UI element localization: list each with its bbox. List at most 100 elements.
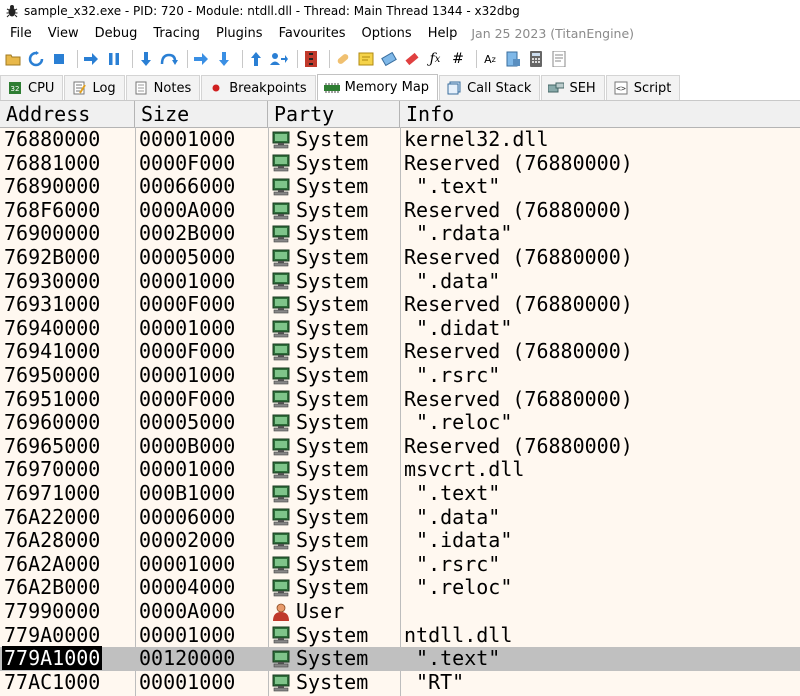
table-row[interactable]: 77AC1000 00001000 System "RT" [0, 669, 800, 695]
tab-memory-map[interactable]: Memory Map [316, 74, 439, 100]
step-into-icon[interactable] [137, 50, 155, 68]
table-row[interactable]: 76960000 00005000 System ".reloc" [0, 410, 800, 435]
column-header-size[interactable]: Size [135, 101, 268, 127]
table-row[interactable]: 76941000 0000F000 System Reserved (76880000… [0, 340, 800, 364]
function-icon[interactable]: ƒx [426, 50, 444, 68]
address-text: 76930000 [4, 268, 101, 293]
table-row[interactable]: 7692B000 00005000 System Reserved (76880000… [0, 245, 800, 270]
cell-address: 779A1000 [2, 646, 132, 671]
tab-label: Call Stack [467, 80, 532, 96]
system-party-icon [272, 485, 296, 503]
menu-file[interactable]: File [0, 26, 40, 41]
tab-breakpoints[interactable]: Breakpoints [201, 75, 316, 100]
table-row[interactable]: 76A22000 00006000 System ".data" [0, 504, 800, 530]
table-row[interactable]: 77990000 0000A000 User [0, 599, 800, 624]
window-title: sample_x32.exe - PID: 720 - Module: ntdl… [24, 4, 520, 18]
run-to-user-code-icon[interactable] [270, 50, 288, 68]
menu-plugins[interactable]: Plugins [208, 26, 271, 41]
table-row[interactable]: 779A1000 00120000 System ".text" [0, 646, 800, 671]
menu-options[interactable]: Options [354, 26, 420, 41]
trace-into-icon[interactable] [192, 50, 210, 68]
comment-icon[interactable] [357, 50, 375, 68]
patch-icon[interactable] [334, 50, 352, 68]
tab-cpu[interactable]: 32 CPU [0, 75, 64, 100]
cell-info: ".rdata" [404, 221, 513, 246]
strings-icon[interactable]: Az [481, 50, 499, 68]
cell-info: ".rsrc" [404, 551, 501, 576]
bookmark-icon[interactable] [403, 50, 421, 68]
table-row[interactable]: 76A2B000 00004000 System ".reloc" [0, 576, 800, 600]
label-icon[interactable] [380, 50, 398, 68]
run-icon[interactable] [82, 50, 100, 68]
table-row[interactable]: 76930000 00001000 System ".data" [0, 268, 800, 294]
tab-script[interactable]: <> Script [605, 75, 681, 100]
tab-call-stack[interactable]: Call Stack [439, 75, 541, 100]
menu-bar: File View Debug Tracing Plugins Favourit… [0, 22, 800, 44]
cell-size: 00006000 [139, 504, 236, 529]
restart-icon[interactable] [27, 50, 45, 68]
menu-tracing[interactable]: Tracing [145, 26, 208, 41]
menu-help[interactable]: Help [420, 26, 466, 41]
cell-info: ".rsrc" [404, 363, 501, 387]
log-file-icon[interactable] [550, 50, 568, 68]
table-row[interactable]: 779A0000 00001000 System ntdll.dll [0, 623, 800, 648]
tab-seh[interactable]: SEH [541, 75, 605, 100]
cell-party: System [272, 316, 400, 341]
address-text: 76960000 [4, 410, 101, 435]
hash-icon[interactable]: # [449, 50, 467, 68]
calculator-icon[interactable] [527, 50, 545, 68]
table-row[interactable]: 76900000 0002B000 System ".rdata" [0, 222, 800, 246]
column-header-address[interactable]: Address [0, 101, 135, 127]
stop-icon[interactable] [50, 50, 68, 68]
cell-size: 00001000 [139, 315, 236, 340]
table-row[interactable]: 76881000 0000F000 System Reserved (76880000… [0, 151, 800, 176]
execute-till-return-icon[interactable] [247, 50, 265, 68]
trace-over-icon[interactable] [215, 50, 233, 68]
address-text: 76970000 [4, 457, 101, 482]
cell-info: "RT" [404, 669, 465, 694]
step-over-icon[interactable] [160, 50, 178, 68]
system-party-icon [272, 296, 296, 314]
column-header-party[interactable]: Party [268, 101, 400, 127]
column-header-info[interactable]: Info [400, 101, 800, 127]
table-row[interactable]: 76880000 00001000 System kernel32.dll [0, 127, 800, 152]
party-text: System [296, 363, 369, 387]
tab-label: Script [633, 80, 672, 96]
cell-address: 7692B000 [4, 245, 132, 270]
table-row[interactable]: 76970000 00001000 System msvcrt.dll [0, 458, 800, 482]
tab-notes[interactable]: Notes [125, 75, 201, 100]
address-text: 768F6000 [4, 197, 101, 222]
cheatsheet-icon[interactable] [504, 50, 522, 68]
table-row[interactable]: 76965000 0000B000 System Reserved (76880000… [0, 434, 800, 459]
table-row[interactable]: 76940000 00001000 System ".didat" [0, 315, 800, 341]
table-row[interactable]: 76A2A000 00001000 System ".rsrc" [0, 551, 800, 577]
table-row[interactable]: 76A28000 00002000 System ".idata" [0, 528, 800, 553]
cell-party: System [272, 458, 400, 482]
menu-view[interactable]: View [40, 26, 87, 41]
address-text: 76940000 [4, 315, 101, 340]
party-text: System [296, 268, 369, 293]
pause-icon[interactable] [105, 50, 123, 68]
system-party-icon [272, 390, 296, 408]
menu-debug[interactable]: Debug [87, 26, 146, 41]
party-text: System [296, 127, 369, 151]
scylla-icon[interactable] [302, 50, 320, 68]
open-icon[interactable] [4, 50, 22, 68]
cell-party: System [272, 293, 400, 317]
party-text: System [296, 457, 369, 482]
table-row[interactable]: 76890000 00066000 System ".text" [0, 174, 800, 199]
table-row[interactable]: 76931000 0000F000 System Reserved (76880000… [0, 292, 800, 317]
cell-info: ".reloc" [404, 410, 513, 435]
system-party-icon [272, 320, 296, 338]
table-row[interactable]: 76951000 0000F000 System Reserved (76880000… [0, 387, 800, 412]
cell-address: 76950000 [4, 363, 132, 388]
toolbar-separator [242, 50, 243, 68]
menu-favourites[interactable]: Favourites [271, 26, 354, 41]
cell-info: Reserved (76880000) [404, 339, 633, 364]
table-row[interactable]: 768F6000 0000A000 System Reserved (76880000… [0, 197, 800, 223]
table-row[interactable]: 76950000 00001000 System ".rsrc" [0, 363, 800, 388]
memory-map-table[interactable]: Address Size Party Info 76880000 00001000… [0, 101, 800, 696]
table-row[interactable]: 76971000 000B1000 System ".text" [0, 481, 800, 506]
cell-party: System [272, 127, 400, 152]
tab-log[interactable]: Log [64, 75, 125, 100]
